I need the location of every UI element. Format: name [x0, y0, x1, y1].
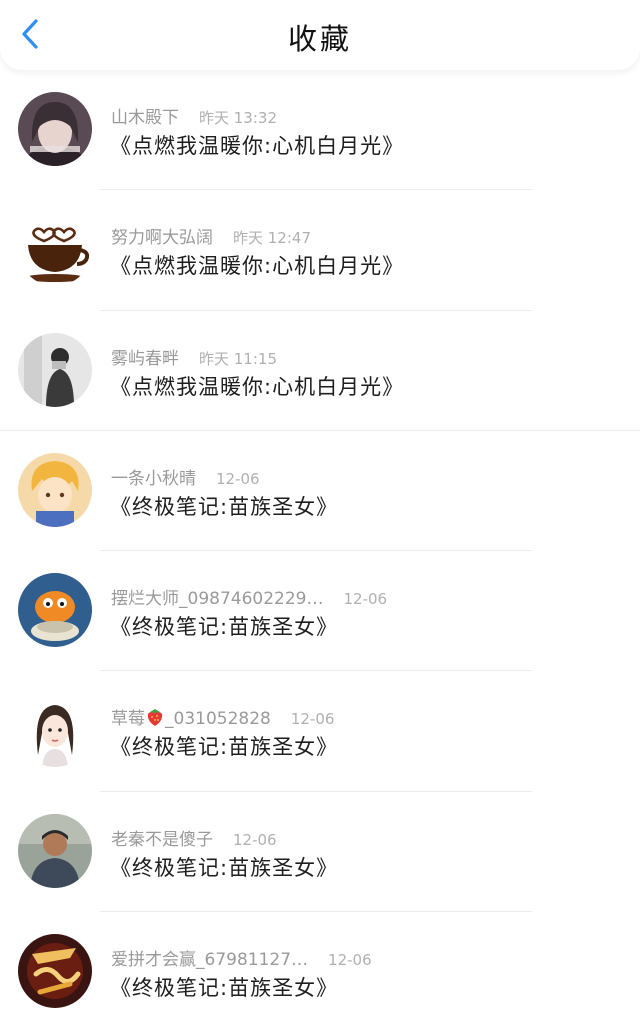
- timestamp: 12-06: [233, 830, 277, 849]
- timestamp: 12-06: [216, 469, 260, 488]
- user-name[interactable]: 老秦不是傻子: [111, 825, 213, 850]
- timestamp: 12-06: [328, 951, 372, 970]
- avatar-calligraphy-art[interactable]: [18, 934, 92, 1009]
- list-item[interactable]: 摆烂大师_09874602229… 12-06 《终极笔记:苗族圣女》: [0, 551, 640, 672]
- favorited-title[interactable]: 《点燃我温暖你:心机白月光》: [110, 130, 404, 160]
- list-item[interactable]: 草莓 _031052828 12-06 《终极笔记:苗族圣女》: [0, 671, 640, 792]
- avatar-illustrated-girl[interactable]: [18, 693, 92, 768]
- timestamp: 昨天 11:15: [199, 349, 277, 368]
- list-item[interactable]: 山木殿下 昨天 13:32 《点燃我温暖你:心机白月光》: [0, 70, 640, 191]
- timestamp: 12-06: [290, 710, 335, 729]
- item-meta: 一条小秋晴 12-06: [111, 464, 260, 489]
- user-name[interactable]: 摆烂大师_09874602229…: [111, 584, 323, 609]
- item-meta: 老秦不是傻子 12-06: [111, 825, 277, 850]
- avatar-anime-boy[interactable]: [18, 452, 92, 527]
- list-item[interactable]: 努力啊大弘阔 昨天 12:47 《点燃我温暖你:心机白月光》: [0, 190, 640, 311]
- top-bar: 收藏: [0, 0, 640, 70]
- avatar-mirror-selfie[interactable]: [18, 332, 92, 407]
- item-meta: 山木殿下 昨天 13:32: [111, 103, 277, 128]
- favorited-title[interactable]: 《点燃我温暖你:心机白月光》: [110, 371, 404, 401]
- favorited-title[interactable]: 《终极笔记:苗族圣女》: [110, 852, 338, 882]
- list-item[interactable]: 爱拼才会赢_67981127… 12-06 《终极笔记:苗族圣女》: [0, 912, 640, 1021]
- item-meta: 摆烂大师_09874602229… 12-06: [111, 584, 387, 609]
- list-item[interactable]: 一条小秋晴 12-06 《终极笔记:苗族圣女》: [0, 431, 640, 552]
- page-title: 收藏: [287, 22, 352, 56]
- user-name[interactable]: 爱拼才会赢_67981127…: [111, 945, 308, 970]
- list-item[interactable]: 雾屿春畔 昨天 11:15 《点燃我温暖你:心机白月光》: [0, 311, 640, 431]
- avatar-coffee-cup[interactable]: [18, 212, 92, 287]
- item-meta: 爱拼才会赢_67981127… 12-06: [111, 945, 372, 970]
- user-name[interactable]: 努力啊大弘阔: [111, 223, 213, 248]
- avatar-girl-photo[interactable]: [18, 92, 92, 166]
- favorites-list: 山木殿下 昨天 13:32 《点燃我温暖你:心机白月光》 努力啊大弘阔 昨天 12:…: [0, 70, 640, 1021]
- timestamp: 昨天 13:32: [199, 109, 277, 127]
- strawberry-emoji-icon: [147, 709, 163, 727]
- list-item[interactable]: 老秦不是傻子 12-06 《终极笔记:苗族圣女》: [0, 792, 640, 913]
- favorited-title[interactable]: 《终极笔记:苗族圣女》: [110, 972, 338, 1002]
- avatar-man-photo[interactable]: [18, 813, 92, 888]
- user-name[interactable]: 山木殿下: [111, 103, 179, 128]
- timestamp: 昨天 12:47: [233, 229, 311, 248]
- user-name[interactable]: 雾屿春畔: [111, 344, 179, 369]
- user-name[interactable]: 草莓 _031052828: [111, 704, 271, 729]
- timestamp: 12-06: [343, 590, 388, 609]
- item-meta: 雾屿春畔 昨天 11:15: [111, 344, 277, 369]
- item-meta: 努力啊大弘阔 昨天 12:47: [111, 223, 311, 248]
- favorited-title[interactable]: 《点燃我温暖你:心机白月光》: [110, 250, 404, 280]
- user-name[interactable]: 一条小秋晴: [111, 464, 196, 489]
- favorited-title[interactable]: 《终极笔记:苗族圣女》: [110, 491, 338, 521]
- favorited-title[interactable]: 《终极笔记:苗族圣女》: [110, 611, 338, 641]
- avatar-garfield[interactable]: [18, 573, 92, 648]
- item-meta: 草莓 _031052828 12-06: [111, 704, 334, 729]
- favorited-title[interactable]: 《终极笔记:苗族圣女》: [110, 731, 338, 761]
